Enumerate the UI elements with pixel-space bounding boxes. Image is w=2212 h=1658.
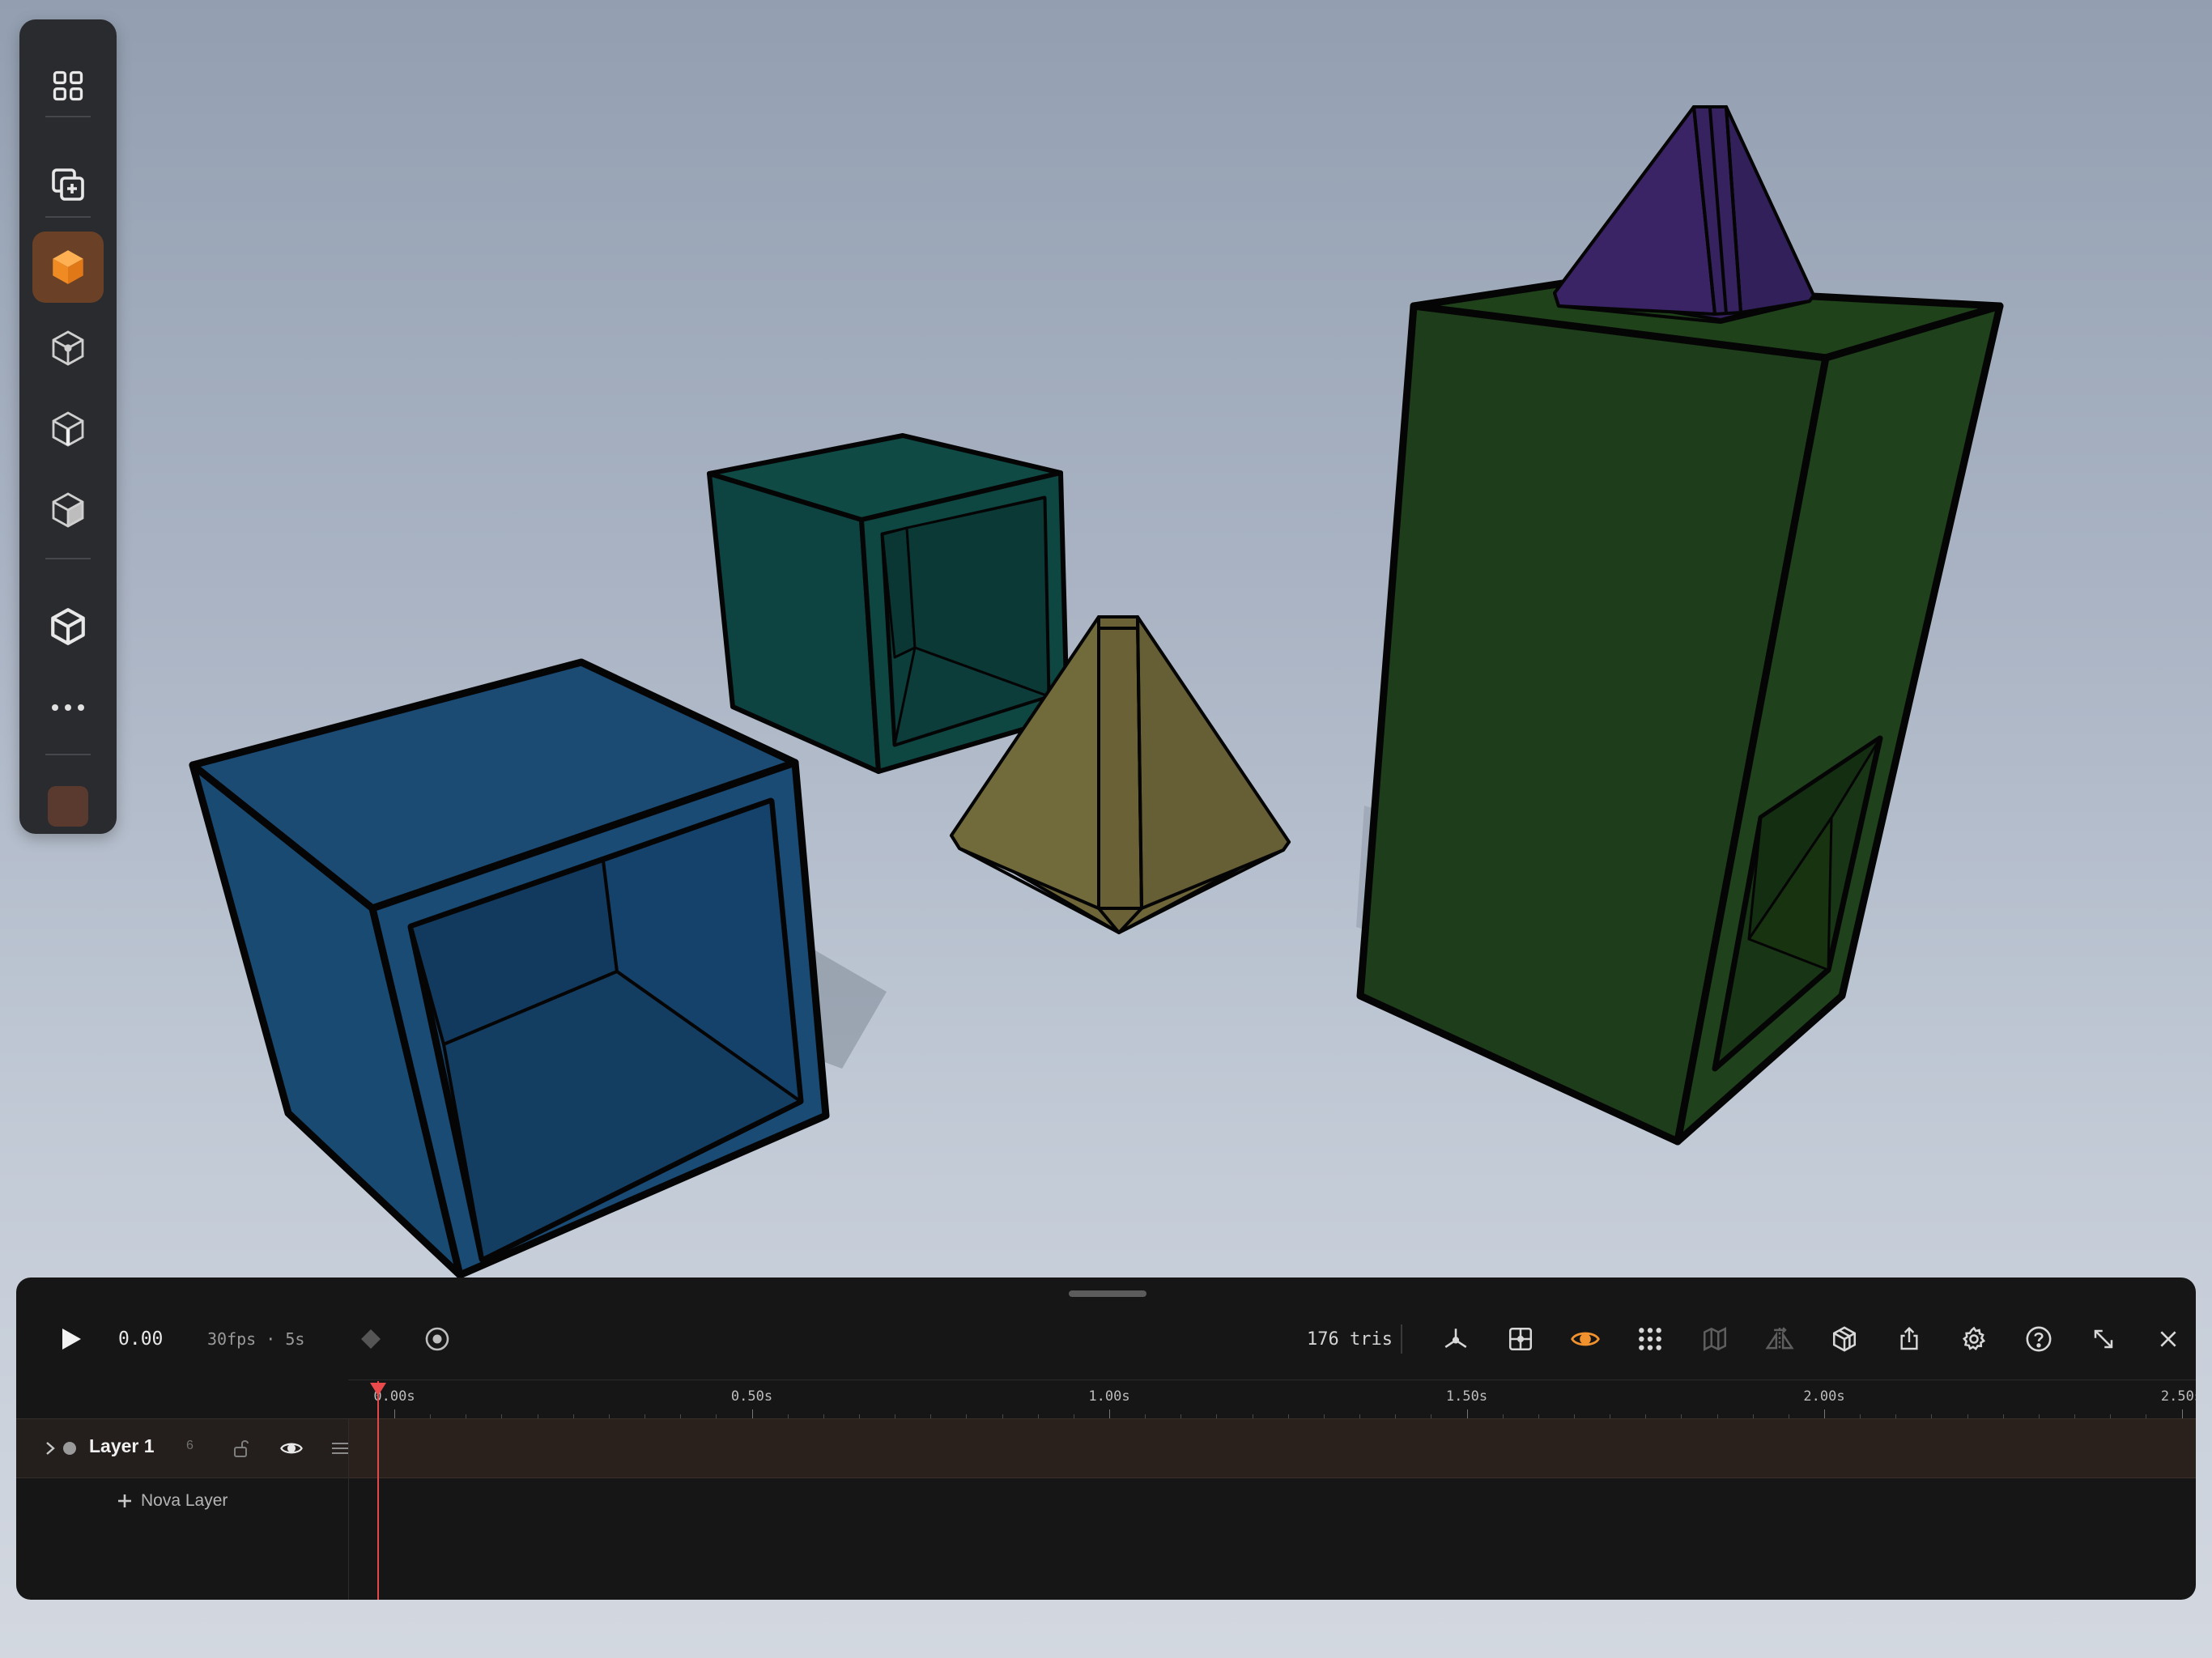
grid-snap-icon	[1508, 1327, 1533, 1351]
timeline-panel: 0.00 30fps · 5s 176 tris 0.00s 0.50s 1.0…	[16, 1278, 2196, 1600]
mirror-button[interactable]	[1754, 1307, 1806, 1371]
eye-icon	[1571, 1332, 1600, 1346]
layer-dot	[63, 1442, 76, 1455]
blue-open-cube[interactable]	[189, 658, 830, 1279]
play-button[interactable]	[47, 1307, 96, 1371]
color-swatch-button[interactable]	[32, 771, 104, 842]
layer-row[interactable]: Layer 1 6	[16, 1418, 348, 1478]
plus-icon	[118, 1494, 131, 1507]
lock-layer-button[interactable]	[225, 1432, 257, 1465]
green-tall-box[interactable]	[1356, 279, 2004, 1146]
layer-object-count: 6	[186, 1439, 194, 1452]
map-icon	[1703, 1327, 1727, 1351]
more-button[interactable]	[32, 672, 104, 743]
keyframe-diamond-icon	[361, 1329, 381, 1349]
dots-grid-icon	[1639, 1328, 1661, 1350]
grid-snap-button[interactable]	[1495, 1307, 1546, 1371]
ruler-tick-label: 1.00s	[1088, 1388, 1130, 1405]
layer-visibility-button[interactable]	[275, 1432, 308, 1465]
more-icon	[52, 704, 84, 711]
layers-list: Layer 1 6 Nova Layer	[16, 1418, 349, 1600]
visibility-button[interactable]	[1559, 1307, 1611, 1371]
ruler-tick-label: 2.50s	[2160, 1388, 2196, 1405]
box-button[interactable]	[32, 591, 104, 662]
timeline-controls: 0.00 30fps · 5s 176 tris	[16, 1307, 2196, 1371]
teal-open-cube[interactable]	[707, 433, 1070, 774]
grid-icon	[53, 70, 83, 101]
triangle-count: 176 tris	[1307, 1329, 1393, 1350]
object-mode-button[interactable]	[32, 232, 104, 303]
fps-duration: 30fps · 5s	[207, 1329, 305, 1349]
ruler-tick-label: 0.50s	[730, 1388, 773, 1405]
ruler-tick-label: 1.50s	[1445, 1388, 1488, 1405]
layer-name: Layer 1	[89, 1435, 155, 1456]
left-toolbar	[19, 19, 117, 834]
playhead-line[interactable]	[377, 1381, 379, 1600]
vertex-mode-button[interactable]	[32, 312, 104, 384]
map-button[interactable]	[1689, 1307, 1741, 1371]
layer-track[interactable]	[349, 1418, 2196, 1478]
add-layer-label: Nova Layer	[141, 1491, 228, 1510]
duplicate-icon	[52, 168, 84, 201]
add-layer-button[interactable]: Nova Layer	[117, 1485, 228, 1517]
mirror-icon	[1765, 1327, 1794, 1350]
cube-vertex-icon	[52, 330, 84, 366]
current-time: 0.00	[118, 1329, 164, 1350]
play-icon	[62, 1329, 81, 1350]
hamburger-icon	[332, 1443, 348, 1454]
cube-wire-icon	[1832, 1326, 1857, 1352]
ruler-tick-label: 2.00s	[1803, 1388, 1845, 1405]
help-icon	[2026, 1326, 2052, 1352]
chevron-right-icon	[46, 1442, 55, 1455]
color-swatch	[48, 786, 88, 827]
cube-edge-icon	[52, 411, 84, 447]
eye-icon	[280, 1443, 303, 1454]
edge-mode-button[interactable]	[32, 393, 104, 465]
cube-face-icon	[52, 492, 84, 528]
expand-button[interactable]	[2078, 1307, 2129, 1371]
gear-icon	[1962, 1326, 1986, 1351]
grid-button[interactable]	[32, 50, 104, 121]
settings-button[interactable]	[1948, 1307, 2000, 1371]
time-ruler[interactable]: 0.00s0.50s1.00s1.50s2.00s2.50s3.00s3.50s…	[348, 1380, 2196, 1419]
face-mode-button[interactable]	[32, 474, 104, 546]
add-keyframe-button[interactable]	[347, 1307, 395, 1371]
record-icon	[425, 1327, 449, 1351]
record-button[interactable]	[411, 1307, 463, 1371]
expand-layer-button[interactable]	[34, 1432, 66, 1465]
duplicate-button[interactable]	[32, 149, 104, 220]
dots-grid-button[interactable]	[1624, 1307, 1676, 1371]
close-icon	[2160, 1331, 2176, 1347]
gizmo-icon	[1444, 1329, 1467, 1348]
playhead-handle[interactable]	[370, 1383, 386, 1396]
expand-icon	[2094, 1329, 2113, 1349]
unlock-icon	[234, 1440, 249, 1457]
gizmo-button[interactable]	[1430, 1307, 1482, 1371]
share-button[interactable]	[1883, 1307, 1935, 1371]
panel-drag-handle[interactable]	[1069, 1290, 1146, 1297]
close-button[interactable]	[2142, 1307, 2194, 1371]
cube-solid-icon	[53, 250, 83, 284]
share-icon	[1900, 1326, 1918, 1350]
cube-wire-button[interactable]	[1819, 1307, 1870, 1371]
purple-pyramid[interactable]	[1553, 105, 1815, 324]
box-icon	[51, 608, 85, 645]
help-button[interactable]	[2013, 1307, 2065, 1371]
